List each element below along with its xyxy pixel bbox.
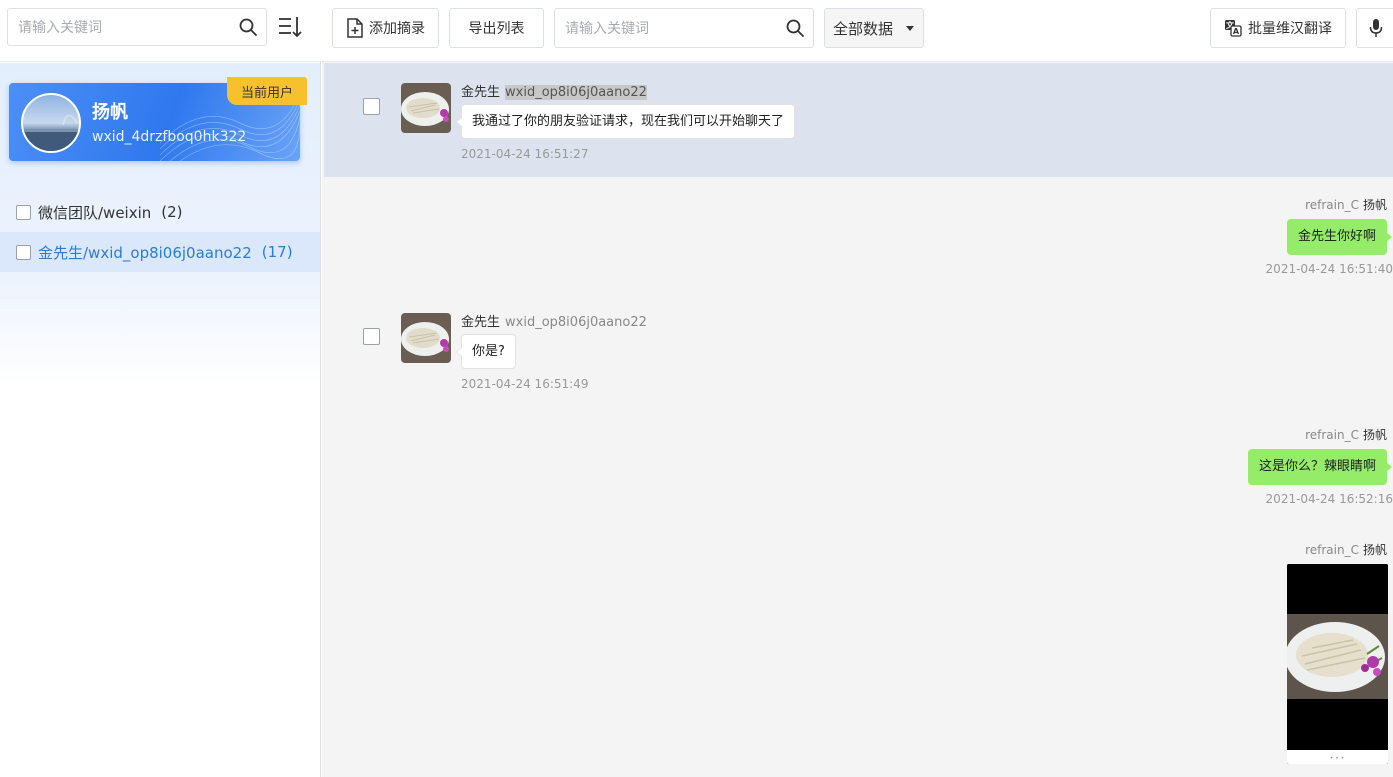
- message-bubble: 这是你么？辣眼睛啊: [1247, 449, 1393, 485]
- contact-item-selected[interactable]: 金先生/wxid_op8i06j0aano22 (17): [0, 232, 320, 272]
- sender-id: refrain_C: [1305, 543, 1359, 557]
- contact-panel: 请输入关键词 扬帆 wxid_4drzfboq0hk322 微信团队/weixi…: [0, 0, 321, 777]
- message-bubble: 你是?: [456, 334, 516, 369]
- chat-panel: 添加摘录 导出列表 请输入关键词 全部数据 文 A 批量维汉翻译 金先生 wxi…: [322, 0, 1393, 777]
- message-sender: refrain_C 扬帆: [1305, 426, 1387, 443]
- contact-count: (17): [261, 243, 293, 261]
- contact-avatar: [401, 313, 451, 363]
- message-time: 2021-04-24 16:51:40: [1265, 262, 1393, 276]
- message-checkbox[interactable]: [363, 98, 380, 115]
- sender-id: refrain_C: [1305, 428, 1359, 442]
- search-placeholder: 请输入关键词: [18, 20, 102, 36]
- search-placeholder: 请输入关键词: [565, 21, 649, 37]
- sort-icon[interactable]: [277, 14, 303, 40]
- contact-checkbox[interactable]: [16, 244, 31, 260]
- message-search-input[interactable]: 请输入关键词: [554, 8, 814, 48]
- contact-checkbox[interactable]: [16, 204, 31, 220]
- user-name: 扬帆: [92, 102, 128, 123]
- message-bubble: 我通过了你的朋友验证请求，现在我们可以开始聊天了: [455, 104, 796, 139]
- food-photo: • • •: [1287, 564, 1388, 764]
- translate-icon: 文 A: [1225, 20, 1242, 37]
- filter-value: 全部数据: [833, 19, 894, 38]
- message-time: 2021-04-24 16:51:27: [461, 147, 589, 161]
- export-list-button[interactable]: 导出列表: [449, 8, 544, 48]
- contact-label: 金先生/wxid_op8i06j0aano22: [38, 243, 252, 262]
- add-excerpt-button[interactable]: 添加摘录: [332, 8, 439, 48]
- avatar-food-image: [401, 83, 451, 133]
- user-wxid: wxid_4drzfboq0hk322: [92, 129, 247, 145]
- contact-count: (2): [161, 203, 183, 221]
- sender-name: 扬帆: [1362, 543, 1387, 557]
- avatar-food-image: [401, 313, 451, 363]
- microphone-icon: [1369, 19, 1383, 37]
- message-bubble: 金先生你好啊: [1286, 219, 1393, 255]
- message-sender: refrain_C 扬帆: [1305, 196, 1387, 213]
- contact-list-area: 扬帆 wxid_4drzfboq0hk322 微信团队/weixin (2) 金…: [0, 63, 320, 777]
- message-list: 金先生 wxid_op8i06j0aano22 我通过了你的朋友验证请求，现在我们…: [322, 63, 1393, 777]
- data-filter-select[interactable]: 全部数据: [824, 8, 924, 48]
- sender-id: refrain_C: [1305, 198, 1359, 212]
- dropdown-caret-icon: [906, 26, 914, 31]
- contact-item[interactable]: 微信团队/weixin (2): [0, 192, 320, 232]
- sender-name: 金先生: [461, 85, 501, 100]
- batch-translate-label: 批量维汉翻译: [1248, 21, 1332, 37]
- contact-toolbar: 请输入关键词: [0, 0, 321, 62]
- image-message[interactable]: • • •: [1287, 564, 1388, 764]
- contact-label: 微信团队/weixin: [38, 203, 152, 222]
- message-sender: 金先生 wxid_op8i06j0aano22: [461, 311, 647, 330]
- search-icon[interactable]: [785, 18, 805, 38]
- message-sender: 金先生 wxid_op8i06j0aano22: [461, 81, 647, 100]
- chat-toolbar: 添加摘录 导出列表 请输入关键词 全部数据 文 A 批量维汉翻译: [322, 0, 1393, 62]
- sender-wxid: wxid_op8i06j0aano22: [505, 315, 647, 330]
- sender-name: 扬帆: [1362, 198, 1387, 212]
- batch-translate-button[interactable]: 文 A 批量维汉翻译: [1210, 8, 1346, 48]
- message-checkbox[interactable]: [363, 328, 380, 345]
- add-document-icon: [347, 18, 363, 38]
- contact-search-input[interactable]: 请输入关键词: [7, 8, 267, 46]
- message-time: 2021-04-24 16:51:49: [461, 377, 589, 391]
- svg-text:• • •: • • •: [1330, 755, 1344, 762]
- message-time: 2021-04-24 16:52:16: [1265, 492, 1393, 506]
- export-list-label: 导出列表: [468, 21, 525, 37]
- search-icon[interactable]: [238, 17, 258, 37]
- sender-name: 扬帆: [1362, 428, 1387, 442]
- svg-text:A: A: [1233, 27, 1240, 36]
- add-excerpt-label: 添加摘录: [369, 21, 425, 37]
- user-avatar: [21, 93, 81, 153]
- current-user-badge: 当前用户: [227, 77, 307, 105]
- contact-avatar: [401, 83, 451, 133]
- sender-name: 金先生: [461, 315, 501, 330]
- avatar-landscape: [23, 114, 79, 151]
- voice-button[interactable]: [1356, 8, 1393, 48]
- message-sender: refrain_C 扬帆: [1305, 541, 1387, 558]
- sender-wxid: wxid_op8i06j0aano22: [505, 85, 647, 100]
